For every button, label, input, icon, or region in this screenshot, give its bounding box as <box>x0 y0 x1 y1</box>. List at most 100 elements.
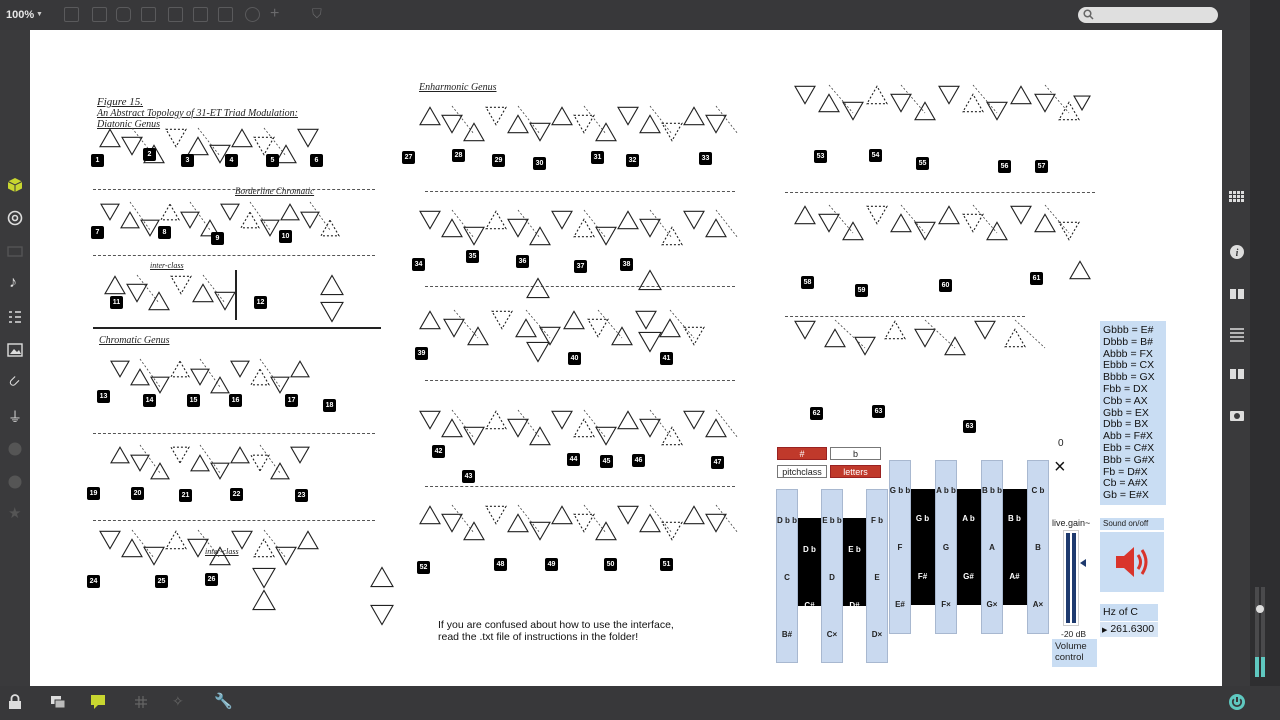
black-key[interactable] <box>1003 489 1027 605</box>
book-icon[interactable] <box>1229 286 1245 302</box>
star-icon[interactable]: ★ <box>8 504 21 522</box>
figure-number-badge: 34 <box>412 258 425 271</box>
triad-triangle <box>1034 93 1056 113</box>
figure-number-badge: 13 <box>97 390 110 403</box>
plug-icon[interactable]: ⏚ <box>8 407 22 427</box>
connector-line <box>669 309 695 339</box>
list-icon[interactable] <box>1229 326 1245 342</box>
level-meter-icon[interactable] <box>1252 585 1276 685</box>
triad-triangle <box>275 546 297 566</box>
figure-number-badge: 51 <box>660 558 673 571</box>
connector-line <box>263 529 287 559</box>
triad-triangle <box>297 128 319 148</box>
sharp-button[interactable]: # <box>777 447 827 460</box>
search-input[interactable] <box>1078 7 1218 23</box>
key-label-top: G b b <box>889 486 911 495</box>
info-icon[interactable]: i <box>1229 244 1245 260</box>
sparkle-wand-icon[interactable]: ✧ <box>172 693 184 710</box>
gain-pointer-icon[interactable] <box>1080 559 1086 567</box>
black-key[interactable] <box>957 489 981 605</box>
triad-triangle <box>659 318 681 338</box>
power-icon[interactable] <box>1228 693 1246 711</box>
figure-number-badge: 25 <box>155 575 168 588</box>
figure-number-badge: 28 <box>452 149 465 162</box>
help-text-line2: read the .txt file of instructions in th… <box>438 631 639 643</box>
triad-triangle <box>683 106 705 126</box>
hz-number-box[interactable]: ▶ 261.6300 <box>1100 622 1158 637</box>
triad-triangle <box>595 226 617 246</box>
triad-triangle <box>170 446 190 464</box>
triad-triangle <box>986 101 1008 121</box>
paperclip-icon[interactable]: ⊂ <box>4 371 24 391</box>
black-key[interactable] <box>798 518 821 606</box>
dial-icon[interactable] <box>245 7 260 22</box>
image-icon[interactable] <box>7 342 23 358</box>
connector-line <box>715 504 739 534</box>
b-circle-icon[interactable] <box>7 474 23 490</box>
gain-slider[interactable] <box>1063 530 1079 626</box>
connector-line <box>249 201 271 231</box>
info-circle-icon[interactable] <box>7 441 23 457</box>
windows-icon[interactable] <box>50 695 66 709</box>
triad-triangle <box>150 376 170 394</box>
triad-triangle <box>441 114 463 134</box>
black-key[interactable] <box>843 518 866 606</box>
figure-number-badge: 31 <box>591 151 604 164</box>
connector-line <box>259 358 281 388</box>
key-label-bottom: A× <box>1032 600 1044 609</box>
paint-bucket-icon[interactable]: ⛉ <box>312 6 322 22</box>
close-x-icon[interactable] <box>141 7 156 22</box>
keyboard-icon[interactable] <box>7 243 23 259</box>
triad-triangle <box>187 136 209 156</box>
sound-toggle-button[interactable] <box>1100 532 1164 592</box>
enharmonic-row: Dbb = BX <box>1103 418 1149 431</box>
triad-triangle <box>866 85 888 105</box>
figure-number-badge: 14 <box>143 394 156 407</box>
letters-button[interactable]: letters <box>830 465 881 478</box>
wrench-icon[interactable]: 🔧 <box>214 692 233 710</box>
presentation-icon[interactable] <box>92 7 107 22</box>
connector-line <box>525 309 551 339</box>
black-key[interactable] <box>911 489 935 605</box>
new-patcher-icon[interactable] <box>64 7 79 22</box>
target-icon[interactable] <box>7 210 23 226</box>
figure-number-badge: 61 <box>1030 272 1043 285</box>
triad-triangle <box>661 226 683 246</box>
reference-book-icon[interactable] <box>1229 366 1245 382</box>
triad-triangle <box>962 213 984 233</box>
triad-triangle <box>551 106 573 126</box>
patch-canvas[interactable]: Figure 15. An Abstract Topology of 31-ET… <box>30 30 1222 686</box>
figure-number-badge: 41 <box>660 352 673 365</box>
figure-number-badge: 60 <box>939 279 952 292</box>
zoom-dropdown-icon[interactable]: ▼ <box>36 11 43 18</box>
key-label-bottom: C× <box>826 630 838 639</box>
list-arrows-icon[interactable] <box>7 309 23 325</box>
cube-icon[interactable] <box>7 177 23 193</box>
flat-button[interactable]: b <box>830 447 881 460</box>
figure-number-badge: 37 <box>574 260 587 273</box>
plus-icon[interactable]: + <box>270 5 279 23</box>
button-object-icon[interactable] <box>168 7 183 22</box>
figure-number-badge: 35 <box>466 250 479 263</box>
comment-icon[interactable] <box>116 7 131 22</box>
triad-triangle <box>529 122 551 142</box>
music-note-icon[interactable]: ♪ <box>9 274 17 292</box>
close-icon[interactable]: × <box>1054 457 1066 477</box>
triad-triangle <box>551 410 573 430</box>
triad-triangle <box>617 410 639 430</box>
grid-icon[interactable] <box>1228 190 1246 206</box>
grid-snap-icon[interactable] <box>134 695 148 709</box>
camera-icon[interactable] <box>1229 407 1245 423</box>
right-sidebar: i <box>1222 30 1280 686</box>
play-icon[interactable] <box>193 7 208 22</box>
lock-icon[interactable] <box>8 694 22 710</box>
pitchclass-button[interactable]: pitchclass <box>777 465 827 478</box>
figure-number-badge: 9 <box>211 232 224 245</box>
triad-triangle <box>938 85 960 105</box>
zoom-level[interactable]: 100% <box>6 9 34 21</box>
presentation-mode-icon[interactable] <box>90 694 106 710</box>
triad-triangle <box>638 269 662 291</box>
figure-number-badge: 56 <box>998 160 1011 173</box>
triad-triangle <box>210 462 230 480</box>
slider-icon[interactable] <box>218 7 233 22</box>
